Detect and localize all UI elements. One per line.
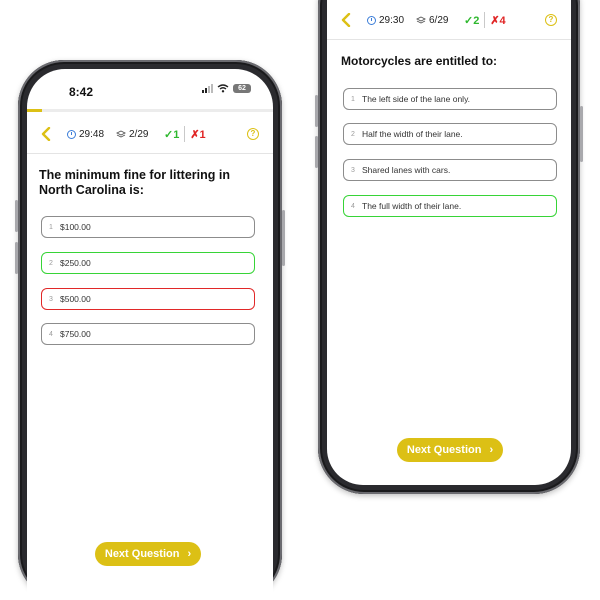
back-chevron-icon[interactable] [341, 13, 351, 27]
question-count-text: 6/29 [429, 14, 449, 26]
wrong-count: ✗1 [190, 128, 206, 141]
answer-number: 3 [49, 295, 53, 303]
answer-option-2[interactable]: 2 Half the width of their lane. [343, 123, 557, 145]
answer-text: The full width of their lane. [362, 201, 462, 211]
answer-text: $100.00 [60, 222, 91, 232]
correct-count: ✓1 [164, 128, 180, 141]
chevron-right-icon: › [489, 444, 494, 456]
progress-fill [27, 109, 42, 112]
screen-left: 8:42 62 29:48 2/29 ✓1 ✗1 ? The minimum f… [27, 69, 273, 600]
help-icon[interactable]: ? [545, 14, 557, 26]
answer-number: 3 [351, 166, 355, 174]
score: ✓2 ✗4 [464, 12, 506, 28]
answer-option-1[interactable]: 1 $100.00 [41, 216, 255, 238]
answer-option-3[interactable]: 3 $500.00 [41, 288, 255, 310]
phone-left: 8:42 62 29:48 2/29 ✓1 ✗1 ? The minimum f… [15, 60, 285, 600]
answer-number: 2 [49, 259, 53, 267]
answer-text: The left side of the lane only. [362, 94, 471, 104]
next-question-label: Next Question [104, 548, 180, 560]
score-divider [184, 126, 186, 142]
answer-text: $250.00 [60, 258, 91, 268]
quiz-header: 29:30 6/29 ✓2 ✗4 ? [327, 6, 571, 34]
answer-text: Shared lanes with cars. [362, 165, 451, 175]
score: ✓1 ✗1 [164, 126, 206, 142]
screen-right: 29:30 6/29 ✓2 ✗4 ? Motorcycles are entit… [327, 0, 571, 485]
timer: 29:30 [367, 15, 404, 26]
answer-option-4[interactable]: 4 $750.00 [41, 323, 255, 345]
help-icon[interactable]: ? [247, 128, 259, 140]
timer: 29:48 [67, 129, 104, 140]
header-divider [327, 39, 571, 40]
answer-number: 4 [351, 202, 355, 210]
next-question-button[interactable]: Next Question › [397, 438, 503, 462]
clock-icon [367, 15, 376, 25]
question-count: 2/29 [116, 129, 148, 140]
answer-text: $500.00 [60, 294, 91, 304]
question-count: 6/29 [416, 15, 448, 26]
question-count-text: 2/29 [129, 128, 149, 140]
score-divider [484, 12, 486, 28]
quiz-header: 29:48 2/29 ✓1 ✗1 ? [27, 120, 273, 148]
correct-count: ✓2 [464, 14, 480, 27]
answer-number: 1 [351, 95, 355, 103]
answer-option-4[interactable]: 4 The full width of their lane. [343, 195, 557, 217]
answer-number: 2 [351, 130, 355, 138]
wrong-count: ✗4 [490, 14, 506, 27]
status-icons: 62 [202, 83, 251, 93]
header-divider [27, 153, 273, 154]
answer-option-3[interactable]: 3 Shared lanes with cars. [343, 159, 557, 181]
layers-icon [116, 129, 126, 138]
answer-number: 1 [49, 223, 53, 231]
battery-icon: 62 [233, 83, 251, 93]
answer-text: $750.00 [60, 329, 91, 339]
next-question-label: Next Question [406, 444, 482, 456]
question-text: The minimum fine for littering in North … [39, 168, 230, 197]
signal-icon [202, 83, 213, 93]
answer-number: 4 [49, 330, 53, 338]
answer-text: Half the width of their lane. [362, 129, 463, 139]
progress-bar [27, 109, 273, 112]
answer-option-2[interactable]: 2 $250.00 [41, 252, 255, 274]
status-time: 8:42 [69, 85, 94, 99]
back-chevron-icon[interactable] [41, 127, 51, 141]
timer-text: 29:48 [79, 128, 105, 140]
next-question-button[interactable]: Next Question › [95, 542, 201, 566]
question-text: Motorcycles are entitled to: [341, 54, 498, 68]
chevron-right-icon: › [187, 548, 192, 560]
wifi-icon [217, 83, 229, 92]
clock-icon [67, 129, 76, 139]
answer-option-1[interactable]: 1 The left side of the lane only. [343, 88, 557, 110]
phone-right: 29:30 6/29 ✓2 ✗4 ? Motorcycles are entit… [315, 0, 583, 494]
layers-icon [416, 15, 426, 24]
timer-text: 29:30 [379, 14, 405, 26]
